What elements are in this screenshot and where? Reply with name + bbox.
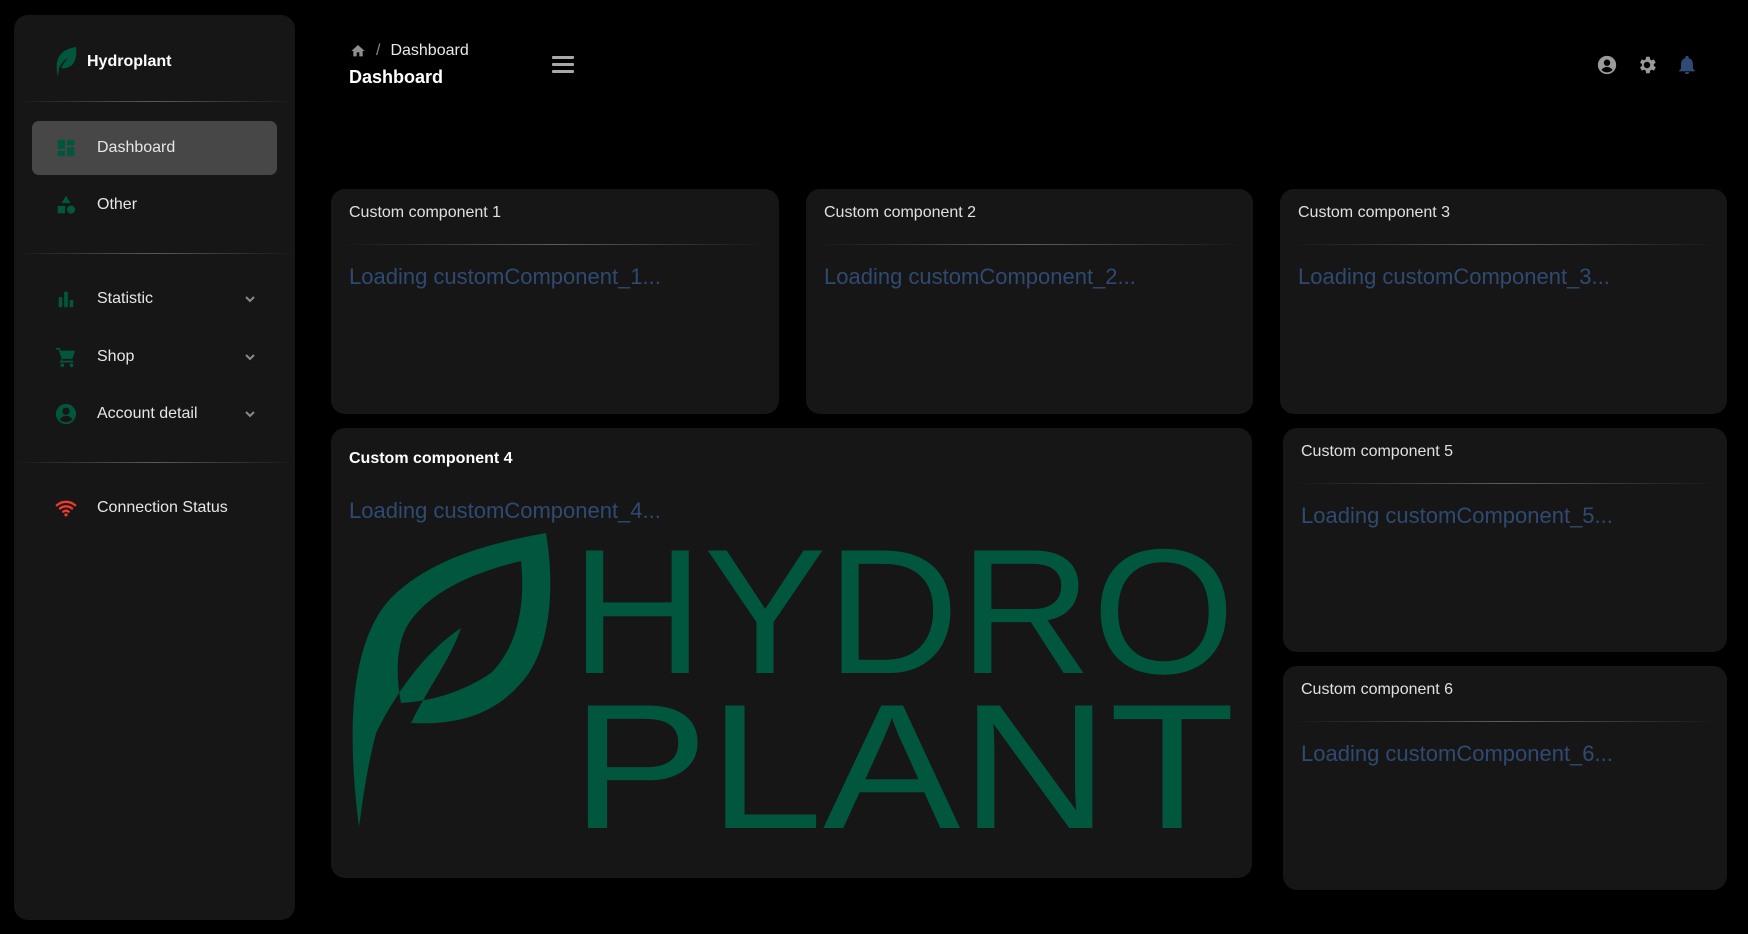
- dashboard-icon: [54, 136, 78, 160]
- sidebar-item-shop[interactable]: Shop: [32, 330, 277, 384]
- card-title: Custom component 2: [824, 204, 977, 221]
- cart-icon: [54, 345, 78, 369]
- card-title: Custom component 4: [349, 450, 513, 467]
- loading-text: Loading customComponent_6...: [1301, 741, 1613, 766]
- sidebar-item-label: Statistic: [97, 290, 154, 307]
- sidebar-item-other[interactable]: Other: [32, 178, 277, 232]
- settings-icon[interactable]: [1636, 54, 1658, 76]
- breadcrumb-current: Dashboard: [390, 42, 469, 59]
- hamburger-icon[interactable]: [550, 52, 576, 76]
- leaf-logo-icon: [352, 533, 551, 827]
- card-title: Custom component 1: [349, 204, 502, 221]
- sidebar-item-dashboard[interactable]: Dashboard: [32, 121, 277, 175]
- bar-chart-icon: [54, 287, 78, 311]
- custom-component-card-2: Custom component 2 Loading customCompone…: [806, 189, 1253, 414]
- card-title: Custom component 3: [1298, 204, 1451, 221]
- sidebar-item-label: Dashboard: [97, 139, 176, 156]
- brand[interactable]: Hydroplant: [54, 42, 171, 82]
- chevron-down-icon[interactable]: [243, 350, 257, 364]
- custom-component-card-5: Custom component 5 Loading customCompone…: [1283, 428, 1727, 652]
- shapes-icon: [54, 193, 78, 217]
- page-title: Dashboard: [349, 67, 444, 87]
- wifi-icon: [54, 496, 78, 520]
- sidebar-item-label: Other: [97, 196, 138, 213]
- header-actions: [1596, 54, 1698, 76]
- chevron-down-icon[interactable]: [243, 292, 257, 306]
- card-divider: [1293, 483, 1717, 484]
- card-title: Custom component 6: [1301, 681, 1454, 698]
- custom-component-card-4: Custom component 4 HYDRO PLANT Loading c…: [331, 428, 1252, 878]
- sidebar-item-label: Account detail: [97, 405, 198, 422]
- card-title: Custom component 5: [1301, 443, 1454, 460]
- home-icon[interactable]: [350, 43, 366, 59]
- custom-component-card-1: Custom component 1 Loading customCompone…: [331, 189, 779, 414]
- logo-text-line2: PLANT: [571, 667, 1235, 829]
- loading-text: Loading customComponent_4...: [349, 498, 661, 523]
- sidebar-item-connection-status[interactable]: Connection Status: [32, 481, 277, 535]
- sidebar-item-statistic[interactable]: Statistic: [32, 272, 277, 326]
- sidebar-item-label: Connection Status: [97, 499, 228, 516]
- sidebar-divider: [14, 253, 295, 254]
- sidebar-item-account-detail[interactable]: Account detail: [32, 387, 277, 441]
- card-divider: [341, 244, 769, 245]
- chevron-down-icon[interactable]: [243, 407, 257, 421]
- sidebar: Hydroplant Dashboard Other Statistic Sho…: [14, 15, 295, 920]
- loading-text: Loading customComponent_5...: [1301, 503, 1613, 528]
- card-divider: [1293, 721, 1717, 722]
- sidebar-item-label: Shop: [97, 348, 135, 365]
- account-circle-icon: [54, 402, 78, 426]
- sidebar-divider: [14, 462, 295, 463]
- leaf-logo-icon: [56, 47, 77, 77]
- custom-component-card-3: Custom component 3 Loading customCompone…: [1280, 189, 1727, 414]
- card-divider: [1290, 244, 1717, 245]
- notifications-icon[interactable]: [1676, 54, 1698, 76]
- brand-name: Hydroplant: [87, 53, 172, 70]
- account-icon[interactable]: [1596, 54, 1618, 76]
- breadcrumb-separator: /: [376, 42, 381, 59]
- breadcrumb: / Dashboard: [350, 42, 469, 60]
- loading-text: Loading customComponent_3...: [1298, 264, 1610, 289]
- loading-text: Loading customComponent_1...: [349, 264, 661, 289]
- loading-text: Loading customComponent_2...: [824, 264, 1136, 289]
- custom-component-card-6: Custom component 6 Loading customCompone…: [1283, 666, 1727, 890]
- hydroplant-logo: HYDRO PLANT: [352, 533, 1235, 829]
- card-divider: [816, 244, 1243, 245]
- sidebar-divider: [14, 101, 295, 102]
